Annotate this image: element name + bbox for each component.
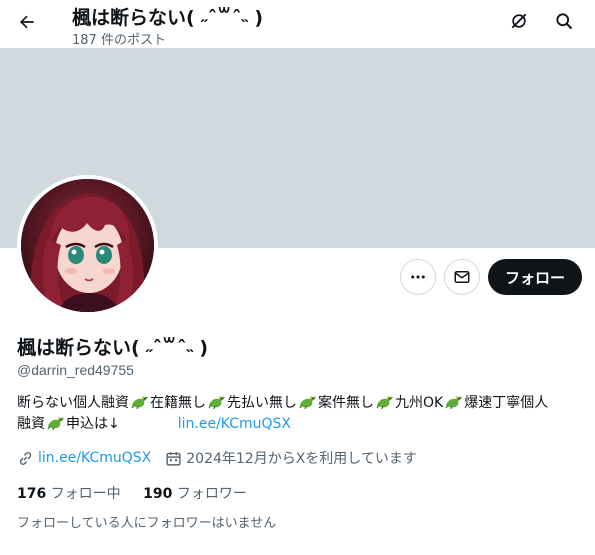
avatar[interactable] — [17, 175, 158, 316]
bio-link[interactable]: lin.ee/KCmuQSX — [178, 416, 291, 432]
following-count: 176 — [17, 486, 47, 502]
joined-item: 2024年12月からXを利用しています — [165, 448, 417, 468]
avatar-image — [21, 179, 154, 312]
joined-date: 2024年12月からXを利用しています — [186, 451, 417, 467]
more-button[interactable] — [400, 259, 436, 295]
profile-meta: lin.ee/KCmuQSX 2024年12月からXを利用しています — [17, 448, 431, 468]
bio-text: 先払い無し — [227, 395, 297, 411]
message-button[interactable] — [444, 259, 480, 295]
following-label: フォロー中 — [50, 486, 121, 502]
followers-label: フォロワー — [176, 486, 247, 502]
back-button[interactable] — [10, 5, 44, 39]
dragon-emoji-icon — [130, 394, 149, 410]
header-title: 楓は断らない( ˶ˆ꒳ˆ˵ ) — [72, 7, 264, 29]
grok-icon — [511, 13, 527, 29]
followers-count: 190 — [143, 486, 173, 502]
dragon-emoji-icon — [444, 394, 463, 410]
bio: 断らない個人融資 在籍無し 先払い無し 案件無し 九州OK 爆速丁寧個人 融資 申込は↓ li… — [17, 393, 582, 435]
dragon-emoji-icon — [207, 394, 226, 410]
search-icon — [556, 13, 573, 30]
followers-link[interactable]: 190 フォロワー — [143, 486, 247, 502]
link-icon — [19, 451, 32, 465]
display-name: 楓は断らない( ˶ˆ꒳ˆ˵ ) — [17, 337, 209, 359]
back-arrow-icon — [20, 15, 34, 29]
bio-text: 爆速丁寧個人 — [464, 395, 549, 411]
dragon-emoji-icon — [298, 394, 317, 410]
grok-button[interactable] — [503, 5, 535, 37]
follow-button[interactable]: フォロー — [488, 259, 582, 295]
dragon-emoji-icon — [46, 415, 65, 431]
website-item[interactable]: lin.ee/KCmuQSX — [17, 450, 151, 467]
mail-icon — [454, 271, 470, 283]
bio-line-1: 断らない個人融資 在籍無し 先払い無し 案件無し 九州OK 爆速丁寧個人 — [17, 393, 582, 414]
bio-text: 断らない個人融資 — [17, 395, 129, 411]
top-bar: 楓は断らない( ˶ˆ꒳ˆ˵ ) 187 件のポスト — [0, 0, 595, 48]
bio-text: 融資 — [17, 416, 45, 432]
more-icon — [411, 275, 425, 279]
bio-text: 案件無し — [318, 395, 374, 411]
user-handle: @darrin_red49755 — [17, 362, 134, 378]
following-link[interactable]: 176 フォロー中 — [17, 486, 121, 502]
bio-text: 在籍無し — [150, 395, 206, 411]
post-count: 187 件のポスト — [72, 33, 166, 48]
dragon-emoji-icon — [375, 394, 394, 410]
mutual-followers-note: フォローしている人にフォロワーはいません — [17, 516, 277, 531]
bio-text: 九州OK — [395, 395, 444, 411]
bio-line-2: 融資 申込は↓ lin.ee/KCmuQSX — [17, 414, 582, 435]
search-button[interactable] — [548, 5, 580, 37]
calendar-icon — [166, 451, 181, 466]
website-link[interactable]: lin.ee/KCmuQSX — [38, 450, 151, 466]
follow-counts: 176 フォロー中 190 フォロワー — [17, 483, 265, 503]
bio-text: 申込は↓ — [66, 416, 120, 432]
